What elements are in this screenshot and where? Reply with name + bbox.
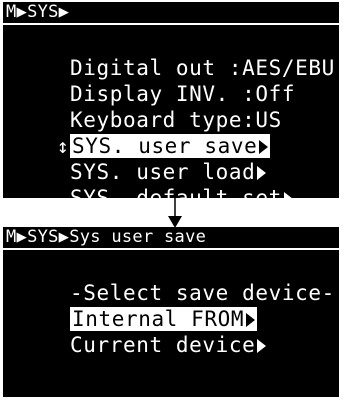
menu-path-title: M▶SYS▶: [6, 2, 70, 22]
title-divider: [3, 23, 339, 25]
title-divider: [3, 248, 339, 250]
lcd-screen-sys-user-save: M▶SYS▶Sys user save -Select save device-…: [3, 227, 339, 397]
menu-item-digital-out[interactable]: Digital out :AES/EBU: [3, 29, 339, 80]
menu-item-keyboard-type[interactable]: Keyboard type:US: [3, 81, 339, 132]
menu-item-sys-default-set[interactable]: SYS. default set: [3, 159, 339, 210]
device-option-current-device[interactable]: Current device: [3, 306, 339, 357]
device-option-internal-from[interactable]: Internal FROM: [3, 280, 339, 331]
menu-item-display-inv[interactable]: Display INV. :Off: [3, 55, 339, 106]
submenu-arrow-icon: [283, 192, 293, 206]
lcd-screen-system-menu: M▶SYS▶ Digital out :AES/EBU Display INV.…: [3, 2, 339, 210]
down-arrow-icon: [168, 196, 182, 228]
menu-item-sys-user-save[interactable]: ↕ SYS. user save: [3, 107, 339, 158]
menu-path-title: M▶SYS▶Sys user save: [6, 227, 207, 247]
submenu-arrow-icon: [257, 339, 267, 353]
menu-item-sys-user-load[interactable]: SYS. user load: [3, 133, 339, 184]
select-save-device-heading: -Select save device-: [3, 254, 339, 305]
device-option-label: Current device: [69, 333, 256, 357]
